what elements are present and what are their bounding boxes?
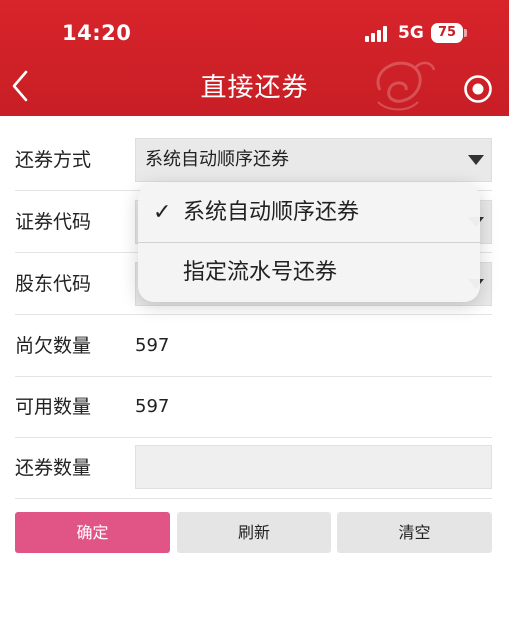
security-code-label: 证券代码 — [15, 211, 92, 233]
row-repay-quantity: 还券数量 — [15, 437, 492, 499]
repay-method-dropdown: ✓ 系统自动顺序还券 指定流水号还券 — [138, 183, 480, 302]
signal-icon — [365, 26, 391, 42]
network-type: 5G — [398, 23, 424, 43]
battery-tip — [464, 29, 467, 37]
repay-method-label: 还券方式 — [15, 149, 92, 171]
repay-quantity-label: 还券数量 — [15, 457, 92, 479]
checkmark-icon: ✓ — [153, 200, 172, 225]
owed-quantity-value: 597 — [135, 335, 170, 356]
owed-quantity-label: 尚欠数量 — [15, 335, 92, 357]
dropdown-option-label: 指定流水号还券 — [183, 260, 338, 285]
available-quantity-value: 597 — [135, 396, 170, 417]
row-available-quantity: 可用数量 597 — [15, 376, 492, 438]
record-button[interactable] — [462, 73, 494, 105]
clear-button[interactable]: 清空 — [337, 512, 492, 553]
confirm-button[interactable]: 确定 — [15, 512, 170, 553]
app-header: 14:20 5G 75 直接还券 — [0, 0, 509, 116]
battery-level: 75 — [437, 25, 457, 40]
dropdown-option-auto-sequential[interactable]: ✓ 系统自动顺序还券 — [138, 183, 480, 242]
refresh-button[interactable]: 刷新 — [177, 512, 331, 553]
battery-icon: 75 — [431, 23, 463, 43]
available-quantity-label: 可用数量 — [15, 396, 92, 418]
repay-quantity-input[interactable] — [135, 445, 492, 489]
dropdown-option-label: 系统自动顺序还券 — [183, 200, 360, 225]
row-repay-method: 还券方式 系统自动顺序还券 — [15, 129, 492, 191]
record-icon — [464, 75, 492, 103]
dropdown-option-serial-number[interactable]: 指定流水号还券 — [138, 243, 480, 302]
status-time: 14:20 — [62, 21, 132, 45]
dragon-watermark-icon — [376, 61, 436, 111]
shareholder-code-label: 股东代码 — [15, 273, 92, 295]
repay-method-value: 系统自动顺序还券 — [145, 149, 289, 170]
row-owed-quantity: 尚欠数量 597 — [15, 315, 492, 377]
caret-down-icon — [468, 155, 484, 165]
repay-method-select[interactable]: 系统自动顺序还券 — [135, 138, 492, 182]
